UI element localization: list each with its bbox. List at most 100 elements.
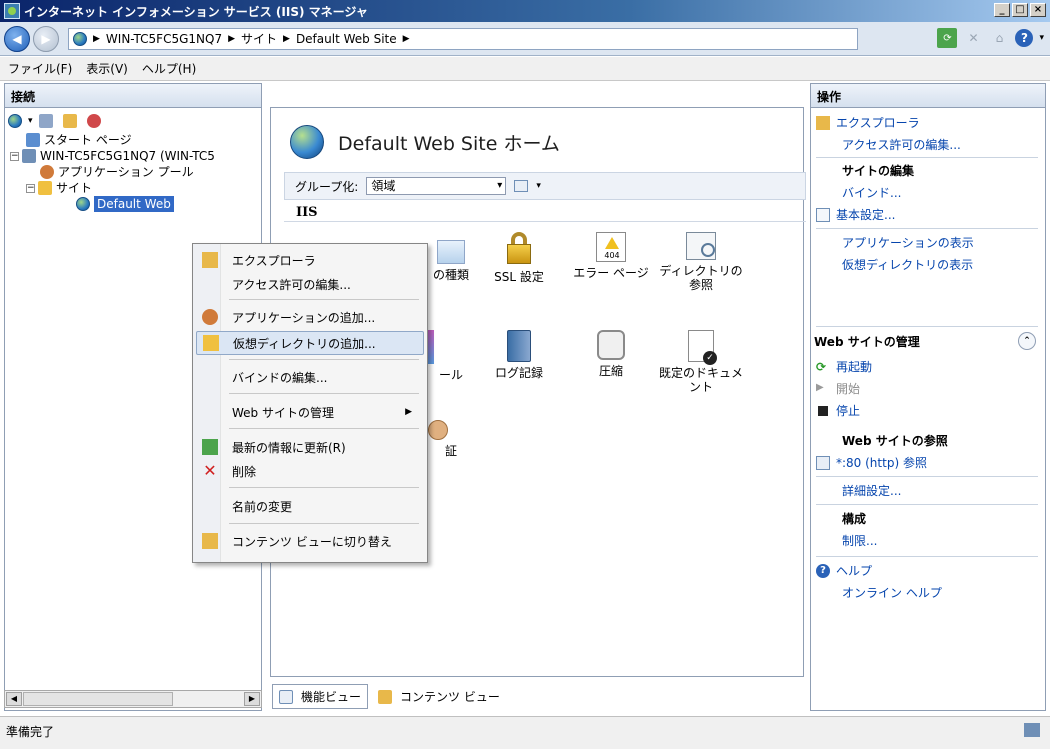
section-title: Web サイトの参照 [842, 434, 948, 448]
feature-logging[interactable]: ログ記録 [474, 330, 564, 380]
action-explore[interactable]: エクスプローラ [816, 114, 920, 131]
action-start[interactable]: ▶ 開始 [816, 380, 860, 397]
error-page-icon: 404 [596, 232, 626, 262]
action-restart[interactable]: ⟳ 再起動 [816, 358, 872, 375]
menu-item-rename[interactable]: 名前の変更 [196, 494, 424, 518]
chevron-right-icon[interactable]: ▶ [228, 34, 235, 44]
home-icon[interactable]: ⌂ [989, 28, 1009, 48]
tree-item-start-page[interactable]: スタート ページ [10, 132, 215, 148]
horizontal-scrollbar[interactable]: ◀ ▶ [4, 690, 262, 708]
tree-item-sites[interactable]: − サイト [10, 180, 215, 196]
menu-item-delete[interactable]: ✕ 削除 [196, 459, 424, 483]
close-button[interactable]: × [1030, 3, 1046, 17]
menu-help[interactable]: ヘルプ(H) [142, 60, 196, 77]
action-label: 開始 [836, 382, 861, 396]
action-edit-permissions[interactable]: アクセス許可の編集... [842, 136, 961, 153]
feature-default-document[interactable]: ✓ 既定のドキュメント [656, 330, 746, 394]
features-view-icon [279, 689, 293, 704]
feature-directory-browsing[interactable]: ディレクトリの参照 [656, 232, 746, 292]
action-browse-80[interactable]: *:80 (http) 参照 [816, 454, 927, 471]
action-help[interactable]: ? ヘルプ [816, 562, 872, 579]
restart-icon: ⟳ [816, 359, 827, 374]
back-button[interactable]: ◀ [4, 25, 30, 52]
breadcrumb[interactable]: ▶ WIN-TC5FC5G1NQ7 ▶ サイト ▶ Default Web Si… [68, 27, 858, 50]
menu-item-label: バインドの編集... [232, 370, 328, 385]
stop-icon[interactable]: ✕ [963, 28, 983, 48]
up-folder-icon[interactable] [62, 114, 77, 128]
menu-item-label: Web サイトの管理 [232, 405, 334, 420]
breadcrumb-server[interactable]: WIN-TC5FC5G1NQ7 [106, 32, 222, 46]
tree-item-label: Default Web [94, 196, 174, 212]
tab-content-view[interactable]: コンテンツ ビュー [372, 684, 506, 709]
scroll-left-icon[interactable]: ◀ [6, 692, 22, 706]
add-virtual-directory-icon [203, 335, 219, 351]
menu-item-add-application[interactable]: アプリケーションの追加... [196, 305, 424, 329]
menu-item-manage-site[interactable]: Web サイトの管理 ▶ [196, 400, 424, 424]
menu-item-edit-bindings[interactable]: バインドの編集... [196, 365, 424, 389]
view-mode-icon[interactable] [514, 180, 529, 192]
breadcrumb-site[interactable]: Default Web Site [296, 32, 397, 46]
breadcrumb-sites[interactable]: サイト [241, 30, 277, 47]
tree-item-app-pools[interactable]: アプリケーション プール [10, 164, 215, 180]
tree-item-server[interactable]: − WIN-TC5FC5G1NQ7 (WIN-TC5 [10, 148, 215, 164]
menu-file[interactable]: ファイル(F) [8, 60, 72, 77]
action-view-vdirs[interactable]: 仮想ディレクトリの表示 [842, 256, 973, 273]
collapse-icon[interactable]: − [26, 183, 35, 193]
save-icon[interactable] [38, 114, 53, 128]
menu-separator [229, 393, 419, 394]
divider [816, 326, 1038, 327]
action-bindings[interactable]: バインド... [842, 184, 901, 201]
minimize-button[interactable]: _ [994, 3, 1010, 17]
menu-view[interactable]: 表示(V) [86, 60, 128, 77]
chevron-down-icon[interactable]: ▾ [28, 116, 33, 126]
page-title: Default Web Site ホーム [290, 125, 560, 159]
feature-compression[interactable]: 圧縮 [566, 330, 656, 378]
chevron-right-icon[interactable]: ▶ [403, 34, 410, 44]
action-basic-settings[interactable]: 基本設定... [816, 206, 895, 223]
tree-item-default-web-site[interactable]: Default Web [10, 196, 215, 212]
action-online-help[interactable]: オンライン ヘルプ [842, 584, 942, 601]
action-limits[interactable]: 制限... [842, 532, 877, 549]
scroll-thumb[interactable] [23, 692, 173, 706]
chevron-down-icon[interactable]: ▾ [1039, 33, 1044, 43]
maximize-button[interactable]: □ [1012, 3, 1028, 17]
group-by-label: グループ化: [295, 179, 359, 194]
connections-header: 接続 [4, 83, 262, 107]
menu-item-add-virtual-directory[interactable]: 仮想ディレクトリの追加... [196, 331, 424, 355]
action-view-applications[interactable]: アプリケーションの表示 [842, 234, 974, 251]
chevron-right-icon[interactable]: ▶ [283, 34, 290, 44]
disconnect-icon[interactable] [86, 114, 101, 128]
mime-types-icon [437, 240, 465, 264]
menu-item-explore[interactable]: エクスプローラ [196, 248, 424, 272]
action-stop[interactable]: 停止 [816, 402, 860, 419]
stop-icon [818, 405, 828, 416]
menu-item-label: コンテンツ ビューに切り替え [232, 534, 392, 549]
globe-icon [290, 125, 324, 159]
chevron-down-icon[interactable]: ▾ [536, 181, 541, 191]
menu-item-refresh[interactable]: 最新の情報に更新(R) [196, 435, 424, 459]
help-icon[interactable]: ? [1015, 29, 1034, 47]
menu-item-label: 削除 [232, 464, 257, 479]
forward-button[interactable]: ▶ [33, 25, 59, 52]
feature-error-pages[interactable]: 404 エラー ページ [566, 232, 656, 280]
menu-item-switch-content-view[interactable]: コンテンツ ビューに切り替え [196, 529, 424, 553]
configure-heading: 構成 [842, 510, 866, 527]
group-by-select[interactable]: 領域 [366, 177, 507, 195]
divider [816, 504, 1038, 505]
connect-icon[interactable] [8, 114, 22, 128]
action-advanced-settings[interactable]: 詳細設定... [842, 482, 901, 499]
action-label: バインド... [842, 186, 902, 200]
address-bar: ◀ ▶ ▶ WIN-TC5FC5G1NQ7 ▶ サイト ▶ Default We… [0, 22, 1050, 56]
scroll-right-icon[interactable]: ▶ [244, 692, 260, 706]
iis-manager-icon [4, 3, 20, 19]
tab-features-view[interactable]: 機能ビュー [272, 684, 369, 709]
content-view-icon [378, 689, 393, 704]
collapse-icon[interactable]: − [10, 151, 19, 161]
sites-folder-icon [38, 181, 52, 195]
collapse-icon[interactable]: ⌃ [1018, 332, 1036, 350]
menu-bar: ファイル(F) 表示(V) ヘルプ(H) [0, 57, 1050, 81]
chevron-right-icon[interactable]: ▶ [93, 34, 100, 44]
menu-item-edit-permissions[interactable]: アクセス許可の編集... [196, 272, 424, 296]
feature-ssl-settings[interactable]: SSL 設定 [474, 232, 564, 284]
refresh-icon[interactable]: ⟳ [937, 28, 958, 48]
